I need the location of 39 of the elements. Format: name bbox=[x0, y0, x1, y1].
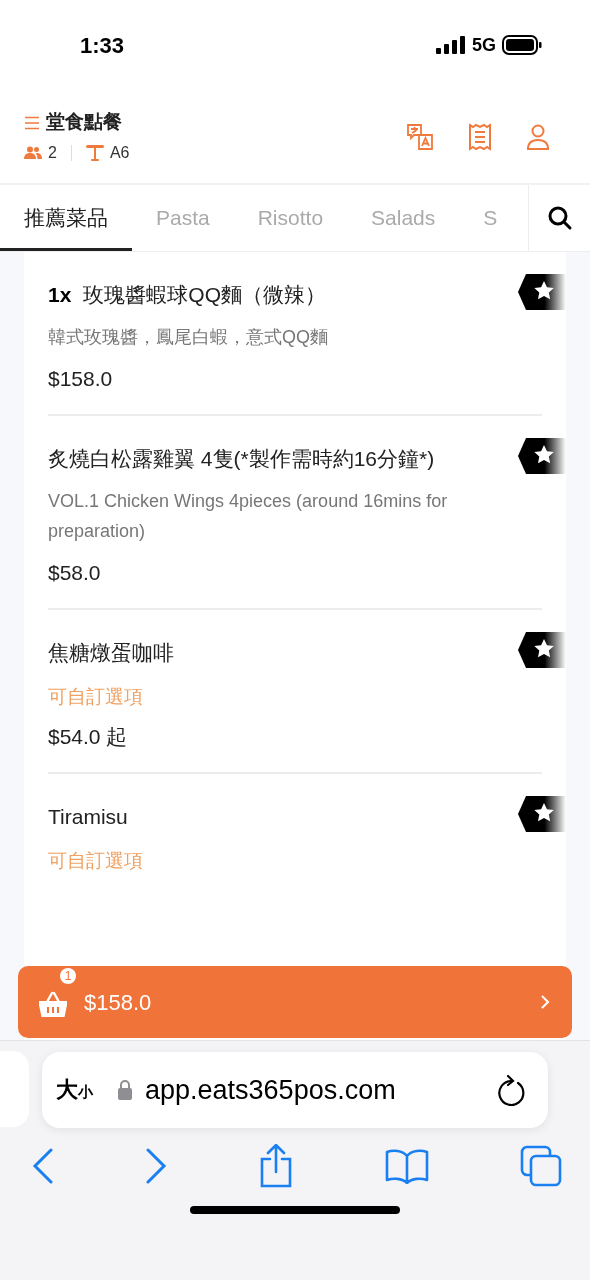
lock-icon bbox=[117, 1079, 133, 1101]
text-size-button[interactable]: 大小 bbox=[56, 1078, 93, 1102]
back-icon[interactable] bbox=[32, 1148, 54, 1184]
people-icon bbox=[24, 145, 42, 160]
menu-icon[interactable] bbox=[24, 115, 40, 130]
battery-icon bbox=[502, 35, 542, 55]
address-bar[interactable]: 大小 app.eats365pos.com bbox=[42, 1052, 548, 1128]
item-price: $54.0 起 bbox=[48, 724, 129, 750]
forward-icon[interactable] bbox=[145, 1148, 167, 1184]
translate-icon[interactable] bbox=[406, 122, 434, 151]
cart-total: $158.0 bbox=[84, 988, 153, 1017]
status-time: 1:33 bbox=[80, 31, 125, 60]
bookmarks-icon[interactable] bbox=[385, 1148, 429, 1184]
options-label: 可自訂選項 bbox=[48, 685, 144, 709]
chevron-right-icon bbox=[540, 994, 550, 1010]
table-number: A6 bbox=[109, 142, 130, 163]
share-icon[interactable] bbox=[258, 1144, 294, 1188]
item-name[interactable]: 炙燒白松露雞翼 4隻(*製作需時約16分鐘*) bbox=[48, 440, 458, 476]
item-name[interactable]: 焦糖燉蛋咖啡 bbox=[48, 634, 458, 670]
reload-icon[interactable] bbox=[496, 1074, 526, 1106]
user-icon[interactable] bbox=[526, 122, 550, 151]
cart-count-badge: 1 bbox=[60, 968, 76, 984]
item-price: $158.0 bbox=[48, 366, 114, 392]
receipt-icon[interactable] bbox=[468, 122, 492, 151]
guest-count: 2 bbox=[48, 142, 57, 163]
signal-icon bbox=[436, 36, 466, 54]
tabs-icon[interactable] bbox=[520, 1145, 562, 1187]
page-title: 堂食點餐 bbox=[46, 110, 122, 135]
item-name[interactable]: 1x 玫瑰醬蝦球QQ麵（微辣） bbox=[48, 276, 458, 312]
item-name[interactable]: Tiramisu bbox=[48, 798, 458, 834]
basket-icon bbox=[38, 990, 68, 1018]
item-price: $58.0 bbox=[48, 560, 102, 586]
network-label: 5G bbox=[472, 33, 496, 57]
options-label: 可自訂選項 bbox=[48, 849, 144, 873]
item-description: 韓式玫瑰醬，鳳尾白蝦，意式QQ麵 bbox=[48, 326, 329, 349]
url-text: app.eats365pos.com bbox=[145, 1073, 397, 1107]
item-description: VOL.1 Chicken Wings 4pieces (around 16mins for preparation) bbox=[48, 490, 449, 543]
search-icon[interactable] bbox=[546, 205, 573, 231]
table-icon bbox=[85, 144, 104, 161]
